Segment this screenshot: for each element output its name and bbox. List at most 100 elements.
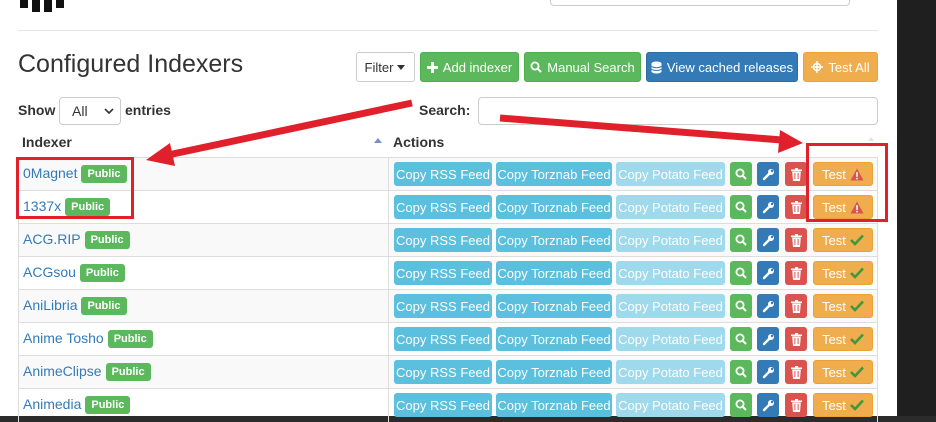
trash-icon — [790, 167, 802, 181]
test-indexer-button[interactable]: Test — [813, 261, 873, 285]
delete-indexer-button[interactable] — [785, 228, 807, 252]
search-icon — [735, 234, 747, 246]
entries-select[interactable]: All — [59, 97, 121, 125]
search-indexer-button[interactable] — [730, 360, 752, 384]
table-row: 1337x Public Copy RSS Feed Copy Torznab Fee… — [18, 190, 878, 224]
configure-indexer-button[interactable] — [757, 327, 779, 351]
search-indexer-button[interactable] — [730, 393, 752, 417]
search-indexer-button[interactable] — [730, 162, 752, 186]
table-row: AnimeClipse Public Copy RSS Feed Copy Torzn… — [18, 355, 878, 389]
cell-border — [388, 389, 389, 422]
delete-indexer-button[interactable] — [785, 393, 807, 417]
column-header-actions: Actions — [393, 134, 445, 150]
test-label: Test — [822, 298, 846, 314]
copy-torznab-feed-button[interactable]: Copy Torznab Feed — [496, 162, 612, 186]
table-row: Anime Tosho Public Copy RSS Feed Copy Torzn… — [18, 322, 878, 356]
copy-rss-feed-button[interactable]: Copy RSS Feed — [394, 360, 492, 384]
copy-rss-feed-button[interactable]: Copy RSS Feed — [394, 195, 492, 219]
indexer-name-link[interactable]: Animedia — [23, 396, 81, 412]
copy-torznab-feed-button[interactable]: Copy Torznab Feed — [496, 393, 612, 417]
copy-torznab-feed-button[interactable]: Copy Torznab Feed — [496, 228, 612, 252]
cell-border — [18, 257, 19, 290]
indexer-name-link[interactable]: ACG.RIP — [23, 231, 81, 247]
configure-indexer-button[interactable] — [757, 195, 779, 219]
cell-border — [388, 290, 389, 323]
check-icon — [850, 234, 864, 246]
search-indexer-button[interactable] — [730, 261, 752, 285]
copy-potato-feed-button[interactable]: Copy Potato Feed — [616, 327, 725, 351]
copy-potato-feed-button[interactable]: Copy Potato Feed — [616, 261, 725, 285]
copy-potato-feed-button[interactable]: Copy Potato Feed — [616, 393, 725, 417]
indexer-name-link[interactable]: AnimeClipse — [23, 363, 102, 379]
copy-torznab-feed-button[interactable]: Copy Torznab Feed — [496, 360, 612, 384]
delete-indexer-button[interactable] — [785, 195, 807, 219]
filter-label: Filter — [364, 59, 394, 75]
trash-icon — [790, 332, 802, 346]
filter-button[interactable]: Filter — [356, 52, 415, 82]
cell-border — [18, 389, 19, 422]
add-indexer-label: Add indexer — [442, 59, 513, 75]
show-label: Show — [18, 102, 56, 118]
test-indexer-button[interactable]: Test — [813, 294, 873, 318]
delete-indexer-button[interactable] — [785, 261, 807, 285]
copy-potato-feed-button[interactable]: Copy Potato Feed — [616, 162, 725, 186]
test-all-button[interactable]: Test All — [803, 52, 878, 82]
delete-indexer-button[interactable] — [785, 327, 807, 351]
test-indexer-button[interactable]: Test — [813, 228, 873, 252]
public-badge: Public — [84, 231, 130, 249]
test-indexer-button[interactable]: Test — [813, 393, 873, 417]
test-indexer-button[interactable]: Test — [813, 327, 873, 351]
view-cached-button[interactable]: View cached releases — [646, 52, 798, 82]
copy-rss-feed-button[interactable]: Copy RSS Feed — [394, 393, 492, 417]
copy-rss-feed-button[interactable]: Copy RSS Feed — [394, 162, 492, 186]
entries-label: entries — [125, 102, 171, 118]
indexer-name-link[interactable]: ACGsou — [23, 264, 76, 280]
test-label: Test — [822, 232, 846, 248]
copy-torznab-feed-button[interactable]: Copy Torznab Feed — [496, 261, 612, 285]
column-header-indexer[interactable]: Indexer — [22, 134, 72, 150]
manual-search-button[interactable]: Manual Search — [524, 52, 641, 82]
indexer-name-link[interactable]: Anime Tosho — [23, 330, 104, 346]
database-icon — [651, 61, 662, 73]
test-label: Test — [822, 397, 846, 413]
table-row: 0Magnet Public Copy RSS Feed Copy Torznab F… — [18, 157, 878, 191]
test-label: Test — [822, 265, 846, 281]
delete-indexer-button[interactable] — [785, 294, 807, 318]
wrench-icon — [762, 267, 774, 279]
delete-indexer-button[interactable] — [785, 162, 807, 186]
configure-indexer-button[interactable] — [757, 228, 779, 252]
search-indexer-button[interactable] — [730, 195, 752, 219]
test-indexer-button[interactable]: Test — [813, 360, 873, 384]
copy-potato-feed-button[interactable]: Copy Potato Feed — [616, 195, 725, 219]
copy-rss-feed-button[interactable]: Copy RSS Feed — [394, 228, 492, 252]
indexer-name-link[interactable]: AniLibria — [23, 297, 77, 313]
configure-indexer-button[interactable] — [757, 393, 779, 417]
cell-border — [388, 224, 389, 257]
annotation-box-test — [806, 143, 888, 222]
copy-potato-feed-button[interactable]: Copy Potato Feed — [616, 294, 725, 318]
copy-potato-feed-button[interactable]: Copy Potato Feed — [616, 360, 725, 384]
search-indexer-button[interactable] — [730, 294, 752, 318]
copy-torznab-feed-button[interactable]: Copy Torznab Feed — [496, 195, 612, 219]
search-indexer-button[interactable] — [730, 228, 752, 252]
search-indexer-button[interactable] — [730, 327, 752, 351]
top-search-input[interactable] — [550, 0, 850, 6]
copy-rss-feed-button[interactable]: Copy RSS Feed — [394, 327, 492, 351]
cell-border — [877, 356, 878, 389]
copy-potato-feed-button[interactable]: Copy Potato Feed — [616, 228, 725, 252]
copy-torznab-feed-button[interactable]: Copy Torznab Feed — [496, 294, 612, 318]
cell-border — [877, 323, 878, 356]
copy-torznab-feed-button[interactable]: Copy Torznab Feed — [496, 327, 612, 351]
wrench-icon — [762, 168, 774, 180]
add-indexer-button[interactable]: Add indexer — [420, 52, 519, 82]
copy-rss-feed-button[interactable]: Copy RSS Feed — [394, 261, 492, 285]
copy-rss-feed-button[interactable]: Copy RSS Feed — [394, 294, 492, 318]
configure-indexer-button[interactable] — [757, 294, 779, 318]
background-strip — [897, 0, 936, 416]
configure-indexer-button[interactable] — [757, 261, 779, 285]
configure-indexer-button[interactable] — [757, 162, 779, 186]
search-input[interactable] — [478, 97, 878, 125]
configure-indexer-button[interactable] — [757, 360, 779, 384]
public-badge: Public — [81, 297, 127, 315]
delete-indexer-button[interactable] — [785, 360, 807, 384]
